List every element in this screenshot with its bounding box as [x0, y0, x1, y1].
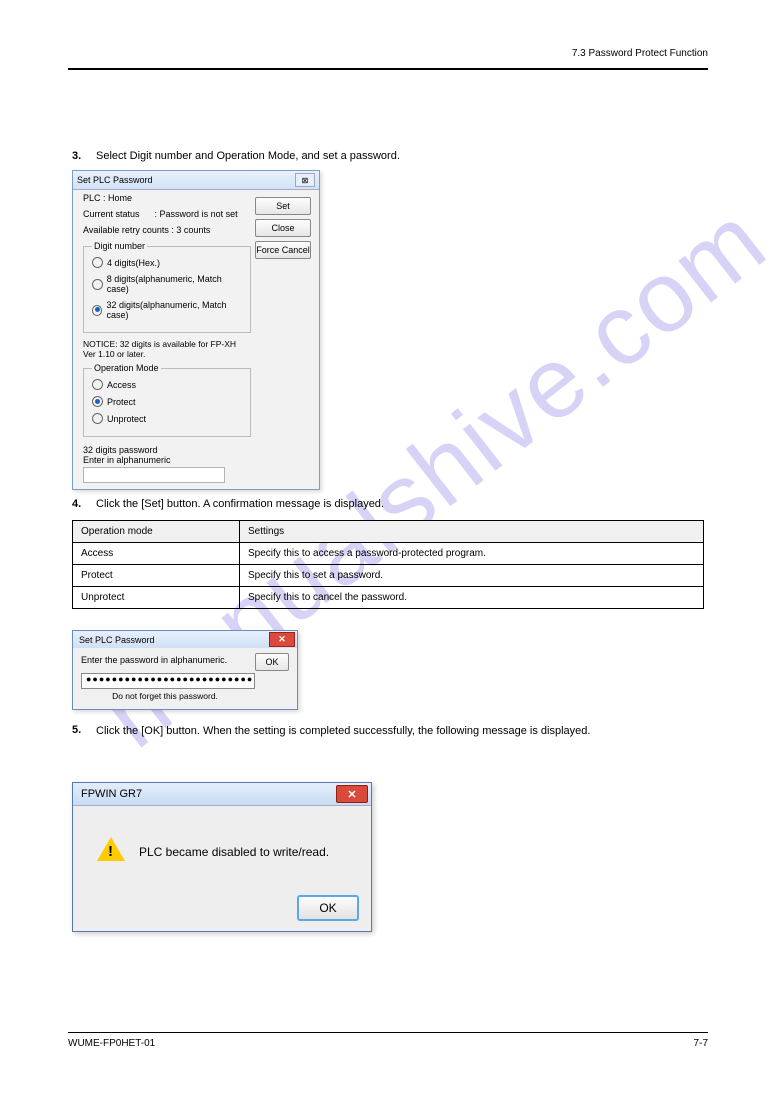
digit-number-legend: Digit number [92, 241, 147, 251]
step5-number: 5. [72, 724, 81, 736]
close-icon[interactable]: ⊠ [295, 173, 315, 187]
password-label-1: 32 digits password [83, 445, 251, 455]
warning-icon-bang: ! [108, 843, 113, 860]
step4-number: 4. [72, 498, 81, 510]
notice-text: NOTICE: 32 digits is available for FP-XH… [83, 339, 251, 359]
step3-text: Select Digit number and Operation Mode, … [96, 150, 400, 162]
radio-access[interactable] [92, 379, 103, 390]
step5-text: Click the [OK] button. When the setting … [96, 724, 686, 738]
footer-rule [68, 1032, 708, 1033]
plc-label: PLC : [83, 193, 106, 203]
dialog-title: Set PLC Password [79, 635, 155, 645]
radio-32digits-label: 32 digits(alphanumeric, Match case) [106, 300, 242, 320]
close-icon[interactable]: ✕ [269, 632, 295, 647]
ok-button[interactable]: OK [255, 653, 289, 671]
radio-protect[interactable] [92, 396, 103, 407]
password-prompt: Enter the password in alphanumeric. [81, 655, 227, 665]
table-cell: Specify this to set a password. [240, 565, 704, 587]
radio-4digits[interactable] [92, 257, 103, 268]
set-button[interactable]: Set [255, 197, 311, 215]
dialog-message: PLC became disabled to write/read. [139, 845, 329, 859]
footer-left: WUME-FP0HET-01 [68, 1038, 155, 1049]
close-icon[interactable]: ✕ [336, 785, 368, 803]
result-message-dialog: FPWIN GR7 ✕ ! PLC became disabled to wri… [72, 782, 372, 932]
table-cell: Protect [73, 565, 240, 587]
table-row: Unprotect Specify this to cancel the pas… [73, 587, 704, 609]
operation-mode-legend: Operation Mode [92, 363, 161, 373]
retry-value: : 3 counts [171, 225, 210, 235]
step3-number: 3. [72, 150, 81, 162]
operation-mode-table: Operation mode Settings Access Specify t… [72, 520, 704, 609]
step4-text: Click the [Set] button. A confirmation m… [96, 498, 384, 510]
ok-button[interactable]: OK [297, 895, 359, 921]
table-row: Protect Specify this to set a password. [73, 565, 704, 587]
radio-4digits-label: 4 digits(Hex.) [107, 258, 160, 268]
page-header-right: 7.3 Password Protect Function [572, 48, 708, 59]
password-input[interactable]: ●●●●●●●●●●●●●●●●●●●●●●●●●●●● [81, 673, 255, 689]
table-cell: Specify this to cancel the password. [240, 587, 704, 609]
force-cancel-button[interactable]: Force Cancel [255, 241, 311, 259]
set-plc-password-dialog: Set PLC Password ⊠ Set Close Force Cance… [72, 170, 320, 490]
radio-unprotect-label: Unprotect [107, 414, 146, 424]
radio-unprotect[interactable] [92, 413, 103, 424]
table-cell: Unprotect [73, 587, 240, 609]
radio-8digits[interactable] [92, 279, 103, 290]
table-cell: Access [73, 543, 240, 565]
password-input[interactable] [83, 467, 225, 483]
table-header-mode: Operation mode [73, 521, 240, 543]
digit-number-group: Digit number 4 digits(Hex.) 8 digits(alp… [83, 241, 251, 333]
radio-access-label: Access [107, 380, 136, 390]
confirm-password-dialog: Set PLC Password ✕ Enter the password in… [72, 630, 298, 710]
plc-value: Home [108, 193, 132, 203]
password-warning: Do not forget this password. [81, 691, 249, 701]
retry-label: Available retry counts [83, 225, 169, 235]
operation-mode-group: Operation Mode Access Protect Unprotect [83, 363, 251, 437]
dialog-title: FPWIN GR7 [81, 788, 142, 800]
dialog-titlebar: Set PLC Password ⊠ [73, 171, 319, 190]
radio-32digits[interactable] [92, 305, 102, 316]
status-value: : Password is not set [155, 209, 238, 219]
footer-right: 7-7 [694, 1038, 708, 1049]
radio-8digits-label: 8 digits(alphanumeric, Match case) [107, 274, 242, 294]
radio-protect-label: Protect [107, 397, 136, 407]
status-label: Current status [83, 209, 140, 219]
table-header-settings: Settings [240, 521, 704, 543]
dialog-title: Set PLC Password [77, 175, 153, 185]
header-rule [68, 68, 708, 70]
table-row: Access Specify this to access a password… [73, 543, 704, 565]
table-cell: Specify this to access a password-protec… [240, 543, 704, 565]
password-label-2: Enter in alphanumeric [83, 455, 251, 465]
dialog-titlebar: FPWIN GR7 ✕ [73, 783, 371, 806]
dialog-titlebar: Set PLC Password ✕ [73, 631, 297, 648]
close-button[interactable]: Close [255, 219, 311, 237]
